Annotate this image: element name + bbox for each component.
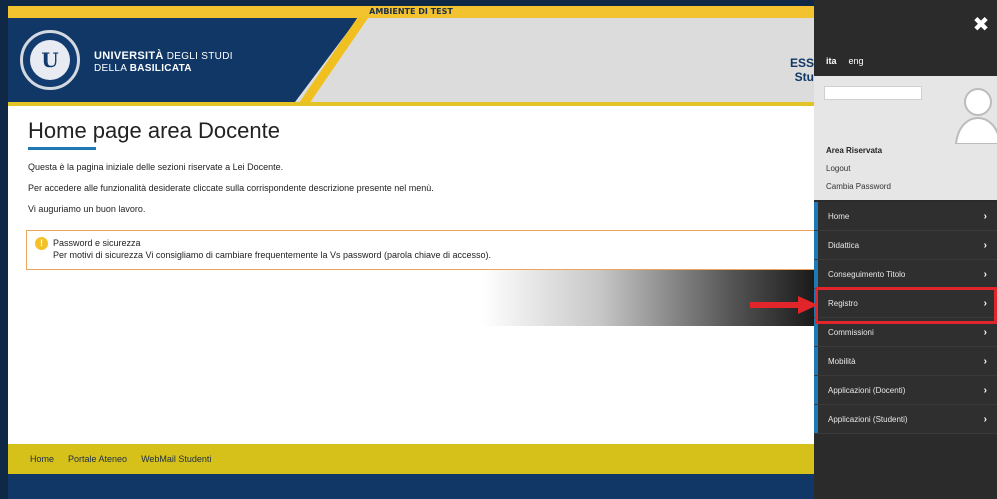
chevron-right-icon: › — [983, 385, 987, 396]
test-environment-banner: AMBIENTE DI TEST — [8, 6, 814, 18]
footer-link-portale-ateneo[interactable]: Portale Ateneo — [68, 454, 127, 464]
change-password-link[interactable]: Cambia Password — [826, 182, 891, 191]
username-field — [824, 86, 922, 100]
menu-accent — [814, 376, 818, 404]
logout-link[interactable]: Logout — [826, 164, 850, 173]
menu-accent — [814, 202, 818, 230]
menu-item-conseguimento-titolo[interactable]: Conseguimento Titolo › — [814, 260, 997, 289]
footer: Home Portale Ateneo WebMail Studenti — [8, 444, 814, 474]
uni-name-rest: DEGLI STUDI — [163, 51, 233, 62]
registro-highlight-box — [815, 287, 997, 324]
footer-link-webmail[interactable]: WebMail Studenti — [141, 454, 211, 464]
chevron-right-icon: › — [983, 269, 987, 280]
menu-accent — [814, 347, 818, 375]
chevron-right-icon: › — [983, 356, 987, 367]
footer-links: Home Portale Ateneo WebMail Studenti — [30, 454, 211, 464]
browser-content: AMBIENTE DI TEST U UNIVERSITÀ DEGLI STUD… — [8, 6, 814, 499]
site-header: U UNIVERSITÀ DEGLI STUDI DELLA BASILICAT… — [8, 18, 814, 102]
uni-name-line2-bold: BASILICATA — [129, 63, 192, 74]
menu-item-label: Conseguimento Titolo — [828, 270, 906, 279]
logo-seal-icon: U — [30, 40, 70, 80]
lang-ita[interactable]: ita — [826, 56, 837, 66]
header-right-line2: Stu — [794, 70, 814, 84]
university-name[interactable]: UNIVERSITÀ DEGLI STUDI DELLA BASILICATA — [94, 50, 233, 75]
university-logo[interactable]: U — [20, 30, 80, 90]
menu-item-label: Commissioni — [828, 328, 874, 337]
uni-name-line2-pre: DELLA — [94, 63, 130, 74]
menu-item-applicazioni-docenti[interactable]: Applicazioni (Docenti) › — [814, 376, 997, 405]
menu-item-label: Didattica — [828, 241, 860, 250]
language-switcher: ita eng — [826, 56, 864, 66]
footer-link-home[interactable]: Home — [30, 454, 54, 464]
chevron-right-icon: › — [983, 414, 987, 425]
intro-paragraph-3: Vi auguriamo un buon lavoro. — [28, 204, 146, 214]
arrow-right-icon — [750, 296, 818, 314]
alert-text: Per motivi di sicurezza Vi consigliamo d… — [53, 250, 492, 260]
menu-accent — [814, 405, 818, 433]
main-content: Home page area Docente Questa è la pagin… — [28, 118, 814, 225]
header-divider — [8, 102, 814, 106]
menu-item-applicazioni-studenti[interactable]: Applicazioni (Studenti) › — [814, 405, 997, 434]
lang-eng[interactable]: eng — [849, 56, 864, 66]
title-underline — [28, 147, 96, 150]
intro-paragraph-2: Per accedere alle funzionalità desiderat… — [28, 183, 434, 193]
menu-item-label: Applicazioni (Studenti) — [828, 415, 908, 424]
area-riservata-heading: Area Riservata — [826, 146, 883, 155]
close-icon[interactable]: ✖ — [969, 12, 993, 36]
warning-icon: ! — [35, 237, 48, 250]
chevron-right-icon: › — [983, 240, 987, 251]
menu-item-home[interactable]: Home › — [814, 202, 997, 231]
menu-item-label: Home — [828, 212, 850, 221]
menu-accent — [814, 231, 818, 259]
page-title: Home page area Docente — [28, 118, 280, 143]
chevron-right-icon: › — [983, 211, 987, 222]
uni-name-bold: UNIVERSITÀ — [94, 50, 164, 62]
intro-paragraph-1: Questa è la pagina iniziale delle sezion… — [28, 162, 284, 172]
user-panel: Area Riservata Logout Cambia Password — [814, 76, 997, 200]
menu-item-label: Mobilità — [828, 357, 856, 366]
alert-title: Password e sicurezza — [53, 238, 141, 248]
header-right-line1: ESS — [789, 56, 814, 70]
menu-accent — [814, 260, 818, 288]
header-right-title: ESS Stu — [790, 56, 814, 84]
menu-item-didattica[interactable]: Didattica › — [814, 231, 997, 260]
side-drawer-menu: ✖ ita eng Area Riservata Logout Cambia P… — [814, 0, 997, 499]
security-alert: ! Password e sicurezza Per motivi di sic… — [26, 230, 814, 270]
footer-bottom-bar — [8, 474, 814, 499]
menu-item-label: Applicazioni (Docenti) — [828, 386, 906, 395]
avatar-icon — [952, 80, 997, 144]
menu-item-mobilita[interactable]: Mobilità › — [814, 347, 997, 376]
